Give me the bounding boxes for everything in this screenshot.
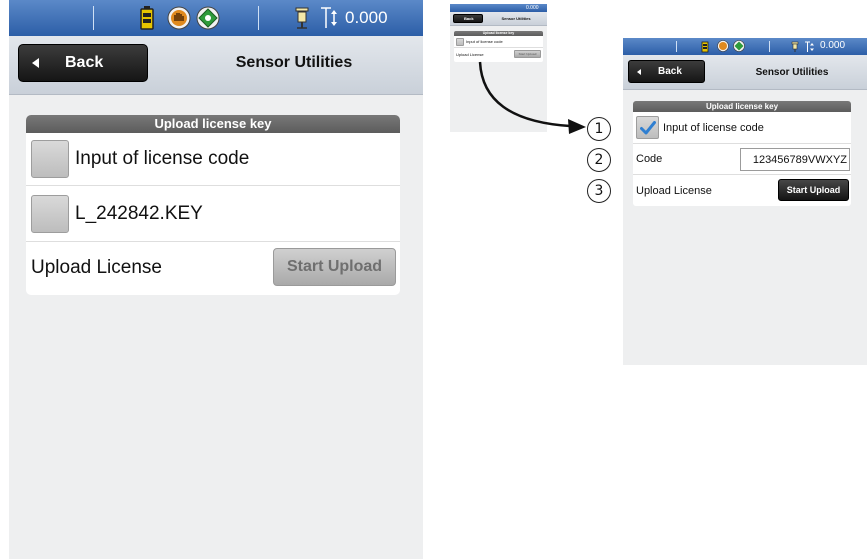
title-bar: Back Sensor Utilities — [9, 36, 423, 95]
sensor-height-icon — [294, 6, 310, 30]
license-code-label: Input of license code — [75, 148, 250, 169]
upload-row: Upload License Start Upload — [26, 242, 400, 294]
thumbnail-status-bar: 0.000 — [450, 4, 547, 12]
back-button-label: Back — [65, 54, 104, 71]
thumbnail-upload-label: Upload License — [456, 52, 484, 57]
upload-license-panel: Upload license key Input of license code… — [26, 115, 400, 295]
thumbnail-back-button[interactable]: Back — [453, 14, 483, 23]
detail-upload-row: Upload License Start Upload — [633, 175, 851, 206]
detail-code-row: Code 123456789VWXYZ — [633, 144, 851, 175]
detail-device-screen: 0.000 Back Sensor Utilities Upload licen… — [623, 38, 867, 365]
thumbnail-checkbox — [456, 37, 464, 46]
detail-title-bar: Back Sensor Utilities — [623, 55, 867, 90]
detail-hand-stop-icon — [717, 40, 729, 52]
detail-upload-label: Upload License — [636, 184, 712, 197]
key-file-checkbox[interactable] — [31, 194, 69, 233]
hand-stop-icon — [167, 6, 191, 30]
thumbnail-title: Sensor Utilities — [501, 16, 531, 21]
detail-back-arrow-icon — [637, 68, 641, 75]
back-button[interactable]: Back — [18, 44, 148, 82]
status-value: 0.000 — [345, 8, 388, 27]
callout-1: 1 — [587, 117, 611, 141]
license-code-input[interactable]: 123456789VWXYZ — [740, 148, 850, 171]
status-bar: 0.000 — [9, 0, 423, 36]
detail-battery-icon — [701, 41, 709, 53]
detail-license-code-checkbox[interactable] — [636, 116, 659, 139]
callout-3: 3 — [587, 179, 611, 203]
detail-status-bar: 0.000 — [623, 38, 867, 55]
page-title: Sensor Utilities — [235, 54, 353, 71]
detail-sensor-height-icon — [791, 41, 799, 53]
license-code-checkbox[interactable] — [31, 140, 69, 178]
main-device-screen: 0.000 Back Sensor Utilities Upload licen… — [9, 0, 423, 559]
thumbnail-row-label: Input of license code — [466, 39, 503, 44]
detail-page-title: Sensor Utilities — [755, 67, 829, 78]
height-offset-icon — [319, 6, 341, 30]
thumbnail-panel: Upload license key Input of license code… — [454, 31, 543, 62]
detail-back-button[interactable]: Back — [628, 60, 705, 83]
connector-arrow — [478, 61, 586, 134]
start-upload-button[interactable]: Start Upload — [273, 248, 396, 286]
code-label: Code — [636, 153, 663, 165]
detail-height-offset-icon — [804, 41, 815, 53]
key-file-label: L_242842.KEY — [75, 202, 203, 224]
back-arrow-icon — [32, 58, 39, 68]
thumbnail-list-item: Input of license code — [454, 36, 543, 48]
checkmark-icon — [639, 120, 656, 134]
thumbnail-back-label: Back — [464, 16, 474, 21]
detail-start-upload-button[interactable]: Start Upload — [778, 179, 849, 201]
thumbnail-upload-button: Start Upload — [514, 50, 541, 58]
detail-back-label: Back — [658, 66, 682, 77]
list-item: L_242842.KEY — [26, 186, 400, 242]
thumbnail-status-value: 0.000 — [526, 5, 539, 11]
panel-header: Upload license key — [26, 115, 400, 133]
target-icon — [196, 6, 220, 30]
thumbnail-title-bar: Back Sensor Utilities — [450, 12, 547, 26]
detail-upload-panel: Upload license key Input of license code… — [633, 101, 851, 206]
detail-status-value: 0.000 — [820, 40, 846, 51]
detail-target-icon — [733, 40, 745, 52]
upload-license-label: Upload License — [31, 257, 162, 278]
callout-2: 2 — [587, 148, 611, 172]
detail-license-code-label: Input of license code — [663, 121, 764, 134]
list-item: Input of license code — [26, 133, 400, 186]
detail-checkbox-row: Input of license code — [633, 112, 851, 144]
detail-panel-header: Upload license key — [633, 101, 851, 112]
battery-icon — [140, 6, 154, 30]
